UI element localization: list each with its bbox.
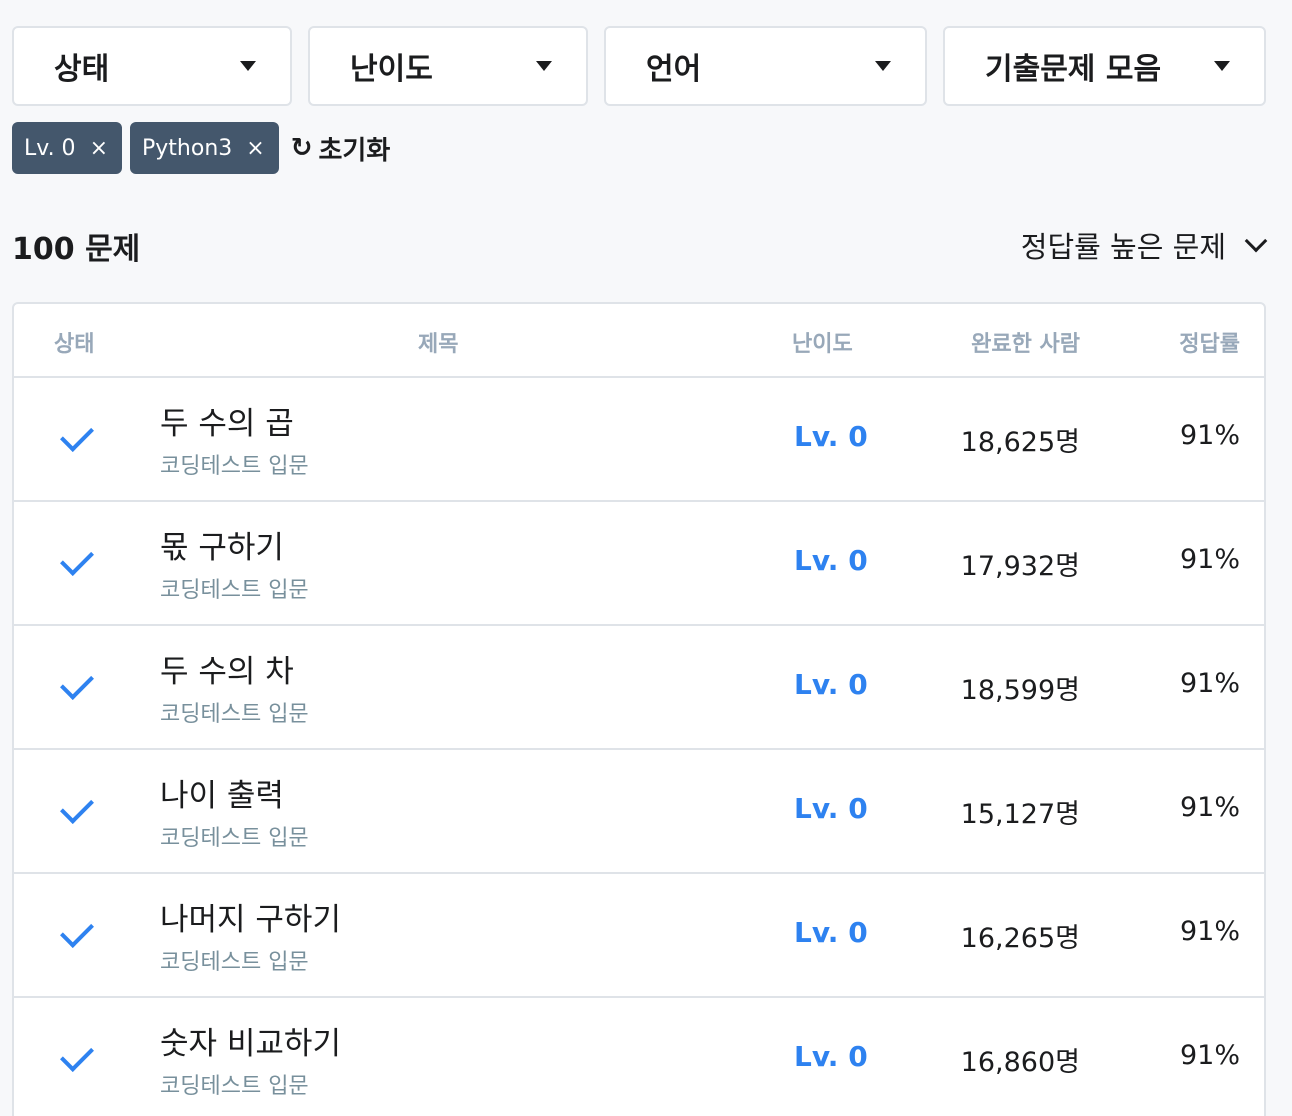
problem-category: 코딩테스트 입문: [160, 826, 309, 851]
table-row[interactable]: 두 수의 차 코딩테스트 입문 Lv. 0 18,599명 91%: [14, 626, 1264, 750]
problem-level: Lv. 0: [794, 420, 868, 453]
table-row[interactable]: 나이 출력 코딩테스트 입문 Lv. 0 15,127명 91%: [14, 750, 1264, 874]
problem-category: 코딩테스트 입문: [160, 702, 309, 727]
accuracy-rate: 91%: [1179, 668, 1240, 699]
problem-level: Lv. 0: [794, 916, 868, 949]
completed-count: 18,599명: [960, 675, 1080, 706]
header-status: 상태: [54, 332, 95, 357]
problem-level: Lv. 0: [794, 544, 868, 577]
problem-category: 코딩테스트 입문: [160, 454, 309, 479]
problem-table: 상태 제목 난이도 완료한 사람 정답률 두 수의 곱 코딩테스트 입문 Lv.…: [12, 302, 1266, 1116]
problem-category: 코딩테스트 입문: [160, 950, 309, 975]
language-filter-label: 언어: [646, 52, 702, 87]
accuracy-rate: 91%: [1179, 792, 1240, 823]
caret-down-icon: [875, 61, 891, 71]
chip-label: Python3: [142, 135, 233, 161]
check-icon: [60, 542, 94, 576]
problem-title[interactable]: 숫자 비교하기: [160, 1018, 341, 1063]
caret-down-icon: [1214, 61, 1230, 71]
sort-label: 정답률 높은 문제: [1020, 230, 1226, 264]
language-filter-dropdown[interactable]: 언어: [604, 26, 927, 106]
check-icon: [60, 790, 94, 824]
problem-level: Lv. 0: [794, 668, 868, 701]
refresh-icon: ↻: [290, 133, 313, 163]
active-filter-chips: Lv. 0 × Python3 × ↻ 초기화: [12, 122, 390, 174]
check-icon: [60, 1038, 94, 1072]
problem-title[interactable]: 나머지 구하기: [160, 894, 341, 939]
header-title: 제목: [418, 332, 459, 357]
problem-level: Lv. 0: [794, 792, 868, 825]
problem-category: 코딩테스트 입문: [160, 1074, 309, 1099]
check-icon: [60, 666, 94, 700]
level-filter-label: 난이도: [350, 52, 433, 87]
problem-title[interactable]: 두 수의 차: [160, 646, 294, 691]
header-level: 난이도: [792, 332, 853, 357]
close-icon[interactable]: ×: [90, 136, 108, 161]
completed-count: 18,625명: [960, 427, 1080, 458]
chip-label: Lv. 0: [24, 135, 76, 161]
completed-count: 16,860명: [960, 1047, 1080, 1078]
exam-filter-label: 기출문제 모음: [985, 52, 1162, 87]
table-row[interactable]: 나머지 구하기 코딩테스트 입문 Lv. 0 16,265명 91%: [14, 874, 1264, 998]
problem-title[interactable]: 나이 출력: [160, 770, 284, 815]
table-row[interactable]: 숫자 비교하기 코딩테스트 입문 Lv. 0 16,860명 91%: [14, 998, 1264, 1116]
status-filter-label: 상태: [54, 52, 110, 87]
reset-filters-button[interactable]: ↻ 초기화: [291, 130, 391, 167]
header-done: 완료한 사람: [971, 332, 1080, 357]
exam-filter-dropdown[interactable]: 기출문제 모음: [943, 26, 1266, 106]
problem-title[interactable]: 몫 구하기: [160, 522, 284, 567]
problem-level: Lv. 0: [794, 1040, 868, 1073]
caret-down-icon: [240, 61, 256, 71]
filter-bar: 상태 난이도 언어 기출문제 모음: [12, 26, 1266, 106]
table-header: 상태 제목 난이도 완료한 사람 정답률: [14, 304, 1264, 378]
check-icon: [60, 418, 94, 452]
status-filter-dropdown[interactable]: 상태: [12, 26, 292, 106]
filter-chip-level[interactable]: Lv. 0 ×: [12, 122, 122, 174]
sort-dropdown[interactable]: 정답률 높은 문제: [1020, 224, 1268, 266]
problem-count: 100 문제: [12, 232, 141, 267]
completed-count: 17,932명: [960, 551, 1080, 582]
completed-count: 16,265명: [960, 923, 1080, 954]
chevron-down-icon: [1244, 229, 1268, 253]
check-icon: [60, 914, 94, 948]
header-rate: 정답률: [1179, 332, 1240, 357]
problem-category: 코딩테스트 입문: [160, 578, 309, 603]
accuracy-rate: 91%: [1179, 544, 1240, 575]
problem-title[interactable]: 두 수의 곱: [160, 398, 294, 443]
caret-down-icon: [536, 61, 552, 71]
table-row[interactable]: 두 수의 곱 코딩테스트 입문 Lv. 0 18,625명 91%: [14, 378, 1264, 502]
completed-count: 15,127명: [960, 799, 1080, 830]
level-filter-dropdown[interactable]: 난이도: [308, 26, 588, 106]
table-row[interactable]: 몫 구하기 코딩테스트 입문 Lv. 0 17,932명 91%: [14, 502, 1264, 626]
accuracy-rate: 91%: [1179, 420, 1240, 451]
accuracy-rate: 91%: [1179, 916, 1240, 947]
accuracy-rate: 91%: [1179, 1040, 1240, 1071]
filter-chip-language[interactable]: Python3 ×: [130, 122, 279, 174]
reset-label: 초기화: [318, 135, 391, 166]
close-icon[interactable]: ×: [246, 136, 264, 161]
